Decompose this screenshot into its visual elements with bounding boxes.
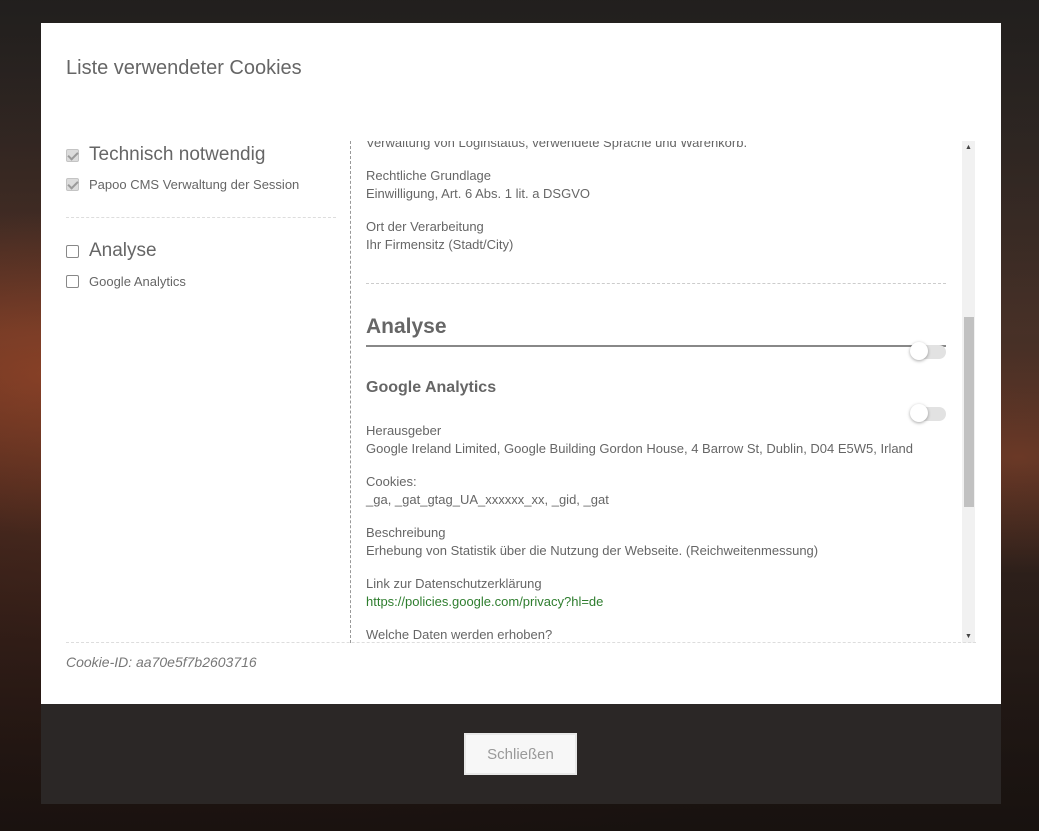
publisher-value: Google Ireland Limited, Google Building … xyxy=(366,441,914,456)
section-title-text: Analyse xyxy=(366,315,447,338)
description-value: Erhebung von Statistik über die Nutzung … xyxy=(366,543,819,558)
category-checkbox-analyse[interactable] xyxy=(66,244,79,258)
service-papoo-session[interactable]: Papoo CMS Verwaltung der Session xyxy=(66,177,299,192)
service-toggle-google-analytics[interactable] xyxy=(910,404,946,422)
publisher-label: Herausgeber xyxy=(366,423,442,438)
service-label: Papoo CMS Verwaltung der Session xyxy=(89,177,300,192)
cookies-label: Cookies: xyxy=(366,474,417,489)
category-label: Analyse xyxy=(89,240,157,261)
cookie-list-modal: Liste verwendeter Cookies Technisch notw… xyxy=(41,23,1001,804)
details-scrollbar[interactable]: ▲ ▼ xyxy=(962,141,975,643)
processing-location-value: Ihr Firmensitz (Stadt/City) xyxy=(366,237,514,252)
legal-basis-value: Einwilligung, Art. 6 Abs. 1 lit. a DSGVO xyxy=(366,186,590,201)
modal-title: Liste verwendeter Cookies xyxy=(66,57,302,79)
processing-location-label: Ort der Verarbeitung xyxy=(366,219,484,234)
service-title-google-analytics: Google Analytics xyxy=(366,379,497,396)
close-button[interactable]: Schließen xyxy=(464,733,577,775)
description-label: Beschreibung xyxy=(366,525,446,540)
detail-text-cut-off: Verwaltung von Loginstatus, verwendete S… xyxy=(366,141,748,150)
category-analyse[interactable]: Analyse xyxy=(66,240,157,262)
divider xyxy=(366,283,946,284)
category-checkbox-technisch[interactable] xyxy=(66,148,79,162)
service-checkbox-papoo[interactable] xyxy=(66,178,79,191)
section-title-analyse: Analyse xyxy=(366,315,946,347)
details-scroll-pane[interactable]: Verwaltung von Loginstatus, verwendete S… xyxy=(351,141,975,643)
cookies-value: _ga, _gat_gtag_UA_xxxxxx_xx, _gid, _gat xyxy=(366,492,609,507)
divider xyxy=(66,642,976,643)
divider xyxy=(66,217,336,218)
scrollbar-thumb[interactable] xyxy=(964,317,974,507)
data-collected-label: Welche Daten werden erhoben? xyxy=(366,627,553,642)
cookie-id: Cookie-ID: aa70e5f7b2603716 xyxy=(66,654,257,670)
service-label: Google Analytics xyxy=(89,274,186,289)
privacy-policy-link[interactable]: https://policies.google.com/privacy?hl=d… xyxy=(366,593,603,611)
category-label: Technisch notwendig xyxy=(89,144,266,165)
legal-basis-label: Rechtliche Grundlage xyxy=(366,168,492,183)
category-technisch-notwendig[interactable]: Technisch notwendig xyxy=(66,144,265,166)
privacy-link-label: Link zur Datenschutzerklärung xyxy=(366,576,542,591)
section-toggle-analyse[interactable] xyxy=(910,342,946,360)
service-checkbox-google-analytics[interactable] xyxy=(66,275,79,288)
scroll-up-arrow-icon[interactable]: ▲ xyxy=(962,141,975,154)
modal-footer: Schließen xyxy=(41,704,1001,804)
service-google-analytics[interactable]: Google Analytics xyxy=(66,274,186,289)
